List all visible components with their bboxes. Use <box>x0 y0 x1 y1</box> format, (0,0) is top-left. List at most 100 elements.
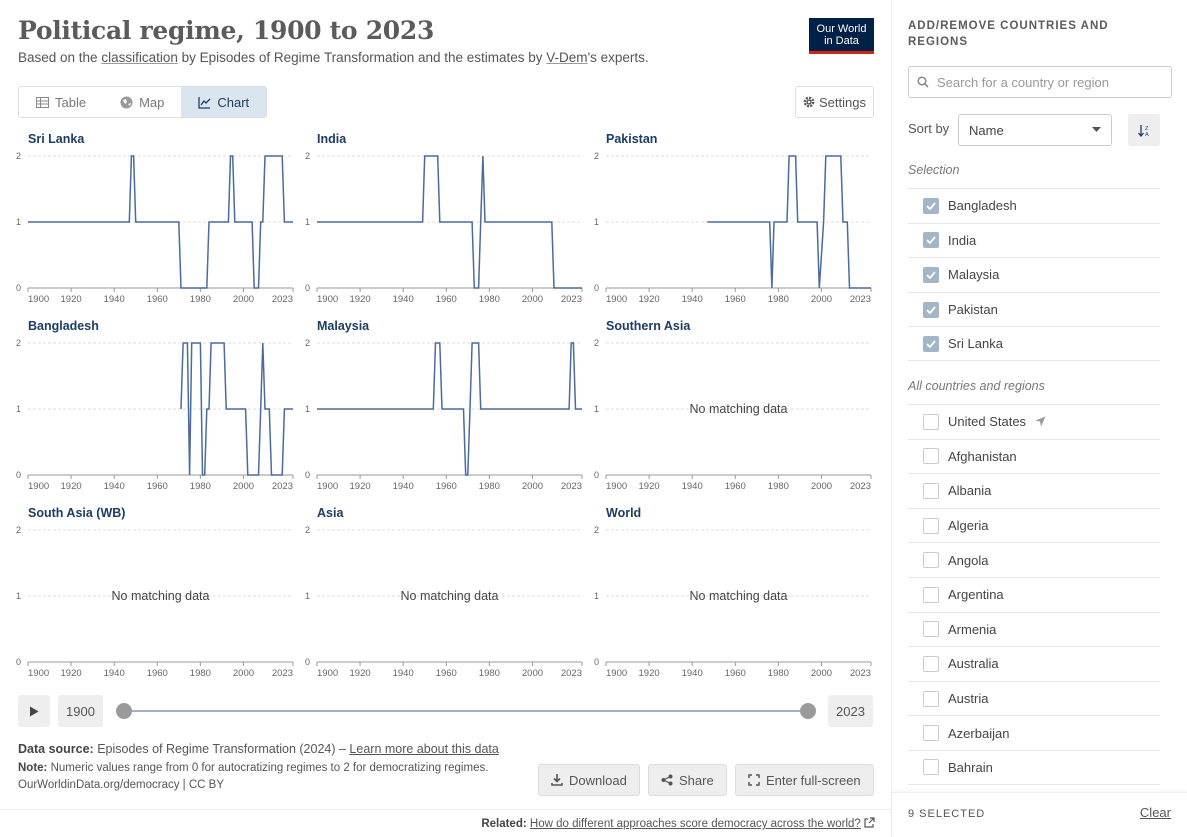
checkbox[interactable] <box>923 482 939 499</box>
search-input[interactable] <box>937 74 1157 90</box>
y-tick-label: 2 <box>16 151 21 161</box>
y-tick-label: 2 <box>16 525 21 535</box>
y-tick-label: 0 <box>16 657 21 667</box>
y-tick-label: 1 <box>594 217 599 227</box>
search-box[interactable] <box>908 66 1172 98</box>
y-tick-label: 1 <box>16 404 21 414</box>
no-data-message: No matching data <box>690 589 788 603</box>
x-tick-label: 1980 <box>190 294 211 305</box>
x-tick-label: 1960 <box>436 294 457 305</box>
selection-label: Selection <box>908 163 960 177</box>
checkbox[interactable] <box>923 586 939 603</box>
play-button[interactable] <box>18 695 50 727</box>
entity-row[interactable]: Armenia <box>908 611 1160 647</box>
clear-button[interactable]: Clear <box>1140 805 1171 820</box>
x-tick-label: 2023 <box>561 481 582 492</box>
start-year-box[interactable]: 1900 <box>58 695 103 727</box>
y-tick-label: 0 <box>16 470 21 480</box>
checkbox[interactable] <box>923 759 939 776</box>
entity-row[interactable]: Bahrain <box>908 749 1160 785</box>
y-tick-label: 2 <box>305 525 310 535</box>
download-icon <box>551 774 563 786</box>
checkbox-checked[interactable] <box>923 232 939 249</box>
panel-title: World <box>606 506 641 520</box>
checkbox-checked[interactable] <box>923 335 939 352</box>
y-tick-label: 0 <box>16 283 21 293</box>
x-tick-label: 1940 <box>104 668 125 679</box>
series-line <box>317 342 582 476</box>
x-tick-label: 1940 <box>393 481 414 492</box>
entity-row[interactable]: Azerbaijan <box>908 715 1160 750</box>
location-arrow-icon <box>1035 416 1046 427</box>
x-tick-label: 2000 <box>233 668 254 679</box>
checkbox-checked[interactable] <box>923 266 939 283</box>
entity-label: Australia <box>948 656 999 672</box>
no-data-message: No matching data <box>112 589 210 603</box>
entity-row[interactable]: Algeria <box>908 507 1160 543</box>
entity-row[interactable]: Bangladesh <box>908 188 1160 223</box>
x-tick-label: 1940 <box>393 294 414 305</box>
no-data-message: No matching data <box>401 589 499 603</box>
x-tick-label: 1920 <box>639 668 660 679</box>
end-handle[interactable] <box>800 703 816 719</box>
sort-direction-button[interactable]: ZA <box>1128 114 1160 146</box>
sidebar-heading: ADD/REMOVE COUNTRIES AND REGIONS <box>908 20 1109 48</box>
panel-title: Bangladesh <box>28 319 99 333</box>
y-tick-label: 0 <box>594 470 599 480</box>
checkbox[interactable] <box>923 448 939 465</box>
entity-row[interactable]: Malaysia <box>908 257 1160 292</box>
x-tick-label: 2023 <box>272 294 293 305</box>
checkbox[interactable] <box>923 690 939 707</box>
license-line[interactable]: OurWorldinData.org/democracy | CC BY <box>18 779 499 791</box>
entity-row[interactable]: Sri Lanka <box>908 326 1160 361</box>
external-link-icon <box>864 817 875 828</box>
entity-row[interactable]: Afghanistan <box>908 438 1160 474</box>
checkbox-checked[interactable] <box>923 197 939 214</box>
checkbox[interactable] <box>923 655 939 672</box>
entity-row[interactable]: Australia <box>908 646 1160 681</box>
entity-row[interactable]: Austria <box>908 680 1160 716</box>
x-tick-label: 2000 <box>811 481 832 492</box>
related-link[interactable]: How do different approaches score democr… <box>530 818 861 830</box>
x-tick-label: 2000 <box>811 294 832 305</box>
entity-label: Azerbaijan <box>948 725 1010 741</box>
x-tick-label: 1900 <box>28 481 49 492</box>
entity-row[interactable]: United States <box>908 404 1160 439</box>
start-handle[interactable] <box>116 703 132 719</box>
checkbox[interactable] <box>923 552 939 569</box>
checkbox[interactable] <box>923 413 939 430</box>
checkbox[interactable] <box>923 621 939 638</box>
share-button[interactable]: Share <box>648 764 727 796</box>
entity-label: India <box>948 232 977 248</box>
end-year-box[interactable]: 2023 <box>828 695 873 727</box>
checkbox[interactable] <box>923 517 939 534</box>
checkbox-checked[interactable] <box>923 301 939 318</box>
timeline-track[interactable] <box>124 710 810 712</box>
entity-row[interactable]: Albania <box>908 473 1160 508</box>
x-tick-label: 2000 <box>233 294 254 305</box>
fullscreen-button[interactable]: Enter full-screen <box>735 764 874 796</box>
source-label: Data source: <box>18 742 94 756</box>
y-tick-label: 1 <box>305 591 310 601</box>
checkmark-icon <box>926 306 936 314</box>
entity-label: Argentina <box>948 587 1004 603</box>
entity-row[interactable]: Angola <box>908 542 1160 577</box>
learn-more-link[interactable]: Learn more about this data <box>349 742 498 756</box>
entity-row[interactable]: Argentina <box>908 576 1160 612</box>
sort-descending-icon: ZA <box>1137 124 1149 137</box>
entity-row[interactable]: Pakistan <box>908 291 1160 327</box>
selected-count: 9 SELECTED <box>908 808 986 820</box>
y-tick-label: 1 <box>594 404 599 414</box>
y-tick-label: 0 <box>594 657 599 667</box>
x-tick-label: 1940 <box>682 294 703 305</box>
checkbox[interactable] <box>923 725 939 742</box>
entity-row[interactable]: India <box>908 222 1160 258</box>
series-line <box>707 155 871 289</box>
sort-select[interactable]: Name <box>958 114 1112 146</box>
x-tick-label: 1900 <box>28 668 49 679</box>
series-line <box>180 342 293 476</box>
download-button[interactable]: Download <box>538 764 640 796</box>
x-tick-label: 1960 <box>147 294 168 305</box>
entity-label: Sri Lanka <box>948 336 1003 352</box>
no-data-message: No matching data <box>690 402 788 416</box>
